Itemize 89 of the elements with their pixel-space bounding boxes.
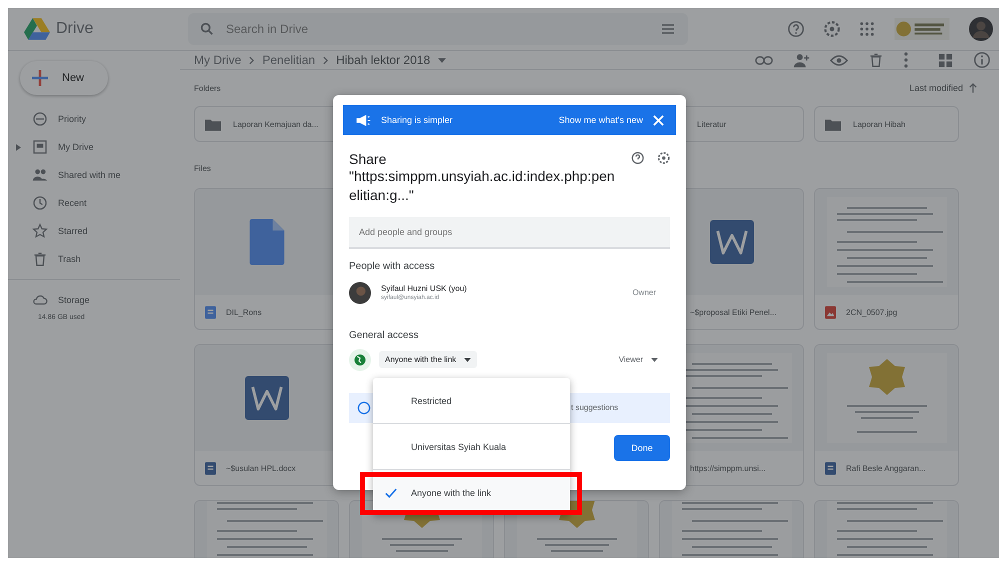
globe-icon bbox=[349, 348, 371, 371]
access-dropdown[interactable]: Anyone with the link bbox=[379, 351, 478, 368]
document-type-icon bbox=[205, 462, 216, 474]
file-name: ~$usulan HPL.docx bbox=[226, 464, 296, 472]
document-icon bbox=[248, 219, 284, 265]
link-icon[interactable] bbox=[755, 54, 773, 66]
section-heading: General access bbox=[349, 330, 420, 341]
file-name: 2CN_0507.jpg bbox=[846, 308, 898, 316]
help-icon[interactable] bbox=[631, 151, 644, 165]
banner-text: Sharing is simpler bbox=[381, 115, 453, 125]
folder-name: Literatur bbox=[697, 120, 726, 128]
done-button[interactable]: Done bbox=[614, 434, 670, 461]
organization-logo-icon bbox=[893, 18, 951, 40]
word-document-icon bbox=[244, 376, 288, 420]
settings-icon[interactable] bbox=[823, 20, 841, 38]
file-name: ~$proposal Etiki Penel... bbox=[690, 308, 776, 316]
add-people-field[interactable]: Add people and groups bbox=[349, 216, 670, 249]
folder-name: Laporan Kemajuan da... bbox=[233, 120, 318, 128]
sidebar-item[interactable]: Recent bbox=[8, 189, 180, 217]
new-button[interactable]: New bbox=[20, 61, 108, 95]
caret-icon bbox=[464, 358, 472, 362]
close-icon[interactable] bbox=[653, 114, 664, 126]
breadcrumb-item[interactable]: My Drive bbox=[194, 53, 242, 67]
search-input[interactable]: Search in Drive bbox=[224, 21, 650, 37]
section-heading: People with access bbox=[349, 260, 436, 272]
app-name: Drive bbox=[56, 20, 94, 38]
folder-icon bbox=[825, 118, 841, 130]
section-heading: Files bbox=[194, 164, 211, 172]
word-document-icon bbox=[710, 220, 754, 264]
menu-item[interactable]: Universitas Syiah Kuala bbox=[373, 424, 570, 469]
caret-icon[interactable] bbox=[438, 58, 446, 62]
document-type-icon bbox=[825, 462, 836, 474]
dialog-heading: Share bbox=[349, 151, 388, 167]
avatar-icon bbox=[349, 282, 371, 304]
search-icon bbox=[200, 22, 214, 36]
sidebar-item[interactable]: Starred bbox=[8, 217, 180, 245]
clock-icon bbox=[32, 195, 48, 211]
check-icon bbox=[385, 488, 397, 498]
expand-arrow-icon[interactable] bbox=[16, 144, 21, 150]
file-name: DIL_Rons bbox=[226, 308, 262, 316]
grid-view-icon[interactable] bbox=[938, 52, 953, 68]
trash-icon[interactable] bbox=[868, 52, 884, 68]
sidebar-item[interactable]: My Drive bbox=[8, 133, 180, 161]
more-icon[interactable] bbox=[904, 52, 908, 68]
document-type-icon bbox=[205, 306, 216, 318]
people-icon bbox=[32, 167, 48, 183]
file-name: Rafi Besle Anggaran... bbox=[846, 464, 926, 472]
caret-icon bbox=[651, 358, 658, 362]
plus-icon bbox=[30, 68, 50, 88]
info-text: t suggestions bbox=[571, 403, 618, 412]
sidebar-item[interactable]: Priority bbox=[8, 105, 180, 133]
filter-icon[interactable] bbox=[660, 21, 676, 37]
section-heading: Folders bbox=[194, 84, 221, 92]
arrow-up-icon[interactable] bbox=[969, 83, 977, 93]
info-icon[interactable] bbox=[973, 51, 991, 69]
chevron-icon bbox=[323, 56, 328, 64]
search-bar[interactable]: Search in Drive bbox=[188, 13, 688, 45]
drive-folder-icon bbox=[32, 139, 48, 155]
star-icon bbox=[32, 223, 48, 239]
megaphone-icon bbox=[355, 114, 371, 126]
help-icon[interactable] bbox=[787, 20, 805, 38]
folder-card[interactable]: Laporan Hibah bbox=[814, 106, 959, 142]
avatar-icon[interactable] bbox=[969, 16, 993, 42]
drive-logo-icon bbox=[24, 17, 50, 41]
image-type-icon bbox=[825, 306, 836, 318]
whats-new-link[interactable]: Show me what's new bbox=[558, 115, 643, 125]
file-name: https://simppm.unsi... bbox=[690, 464, 766, 472]
sidebar-item[interactable]: Trash bbox=[8, 245, 180, 273]
menu-item[interactable]: Restricted bbox=[373, 378, 570, 423]
add-person-icon[interactable] bbox=[793, 52, 810, 68]
storage-item[interactable]: Storage bbox=[8, 286, 180, 314]
apps-grid-icon[interactable] bbox=[859, 21, 875, 37]
sidebar-item[interactable]: Shared with me bbox=[8, 161, 180, 189]
info-icon bbox=[357, 400, 371, 415]
trash-icon bbox=[32, 251, 48, 267]
settings-icon[interactable] bbox=[656, 151, 670, 165]
sort-button[interactable]: Last modified bbox=[909, 83, 963, 93]
folder-icon bbox=[205, 118, 221, 130]
folder-name: Laporan Hibah bbox=[853, 120, 906, 128]
breadcrumb-item[interactable]: Hibah lektor 2018 bbox=[336, 53, 430, 67]
dialog-title: "https:simppm.unsyiah.ac.id:index.php:penelitian:g..." bbox=[349, 167, 616, 205]
eye-icon[interactable] bbox=[830, 54, 848, 66]
priority-icon bbox=[32, 111, 48, 127]
person-name: Syifaul Huzni USK (you) bbox=[381, 284, 467, 294]
role-label: Owner bbox=[632, 288, 657, 298]
breadcrumb-item[interactable]: Penelitian bbox=[262, 53, 316, 67]
file-card[interactable]: 2CN_0507.jpg bbox=[814, 188, 959, 330]
chevron-icon bbox=[249, 56, 254, 64]
file-card[interactable]: Rafi Besle Anggaran... bbox=[814, 344, 959, 486]
